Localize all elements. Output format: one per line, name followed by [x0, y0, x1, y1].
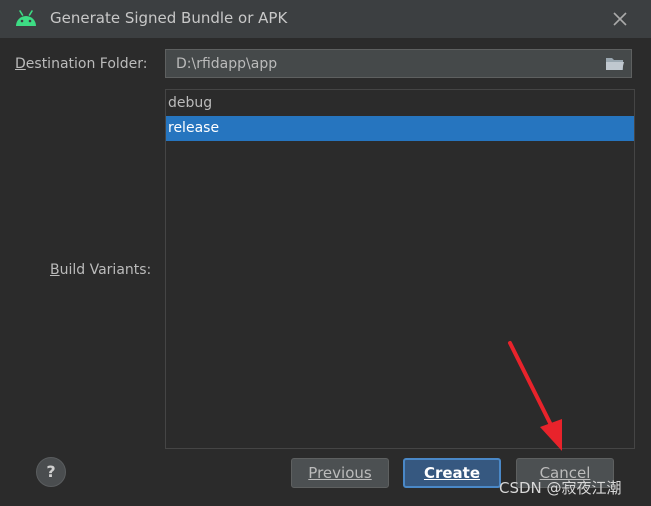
- build-variants-list[interactable]: debug release: [165, 89, 635, 449]
- android-icon: [14, 9, 38, 29]
- destination-folder-mnemonic: D: [15, 56, 26, 72]
- destination-folder-label: Destination Folder:: [15, 55, 148, 73]
- build-variants-label: Build Variants:: [50, 261, 151, 279]
- previous-button[interactable]: Previous: [291, 458, 389, 488]
- destination-folder-value[interactable]: D:\rfidapp\app: [176, 55, 277, 73]
- help-button[interactable]: ?: [36, 457, 66, 487]
- folder-icon: [606, 58, 624, 70]
- destination-folder-label-text: estination Folder:: [25, 56, 148, 72]
- close-button[interactable]: [609, 8, 631, 30]
- browse-folder-button[interactable]: [605, 55, 625, 72]
- title-bar: Generate Signed Bundle or APK: [0, 0, 651, 38]
- destination-folder-field[interactable]: D:\rfidapp\app: [165, 49, 632, 78]
- close-icon: [613, 12, 627, 26]
- build-variants-mnemonic: B: [50, 262, 60, 278]
- list-item-debug[interactable]: debug: [166, 91, 634, 116]
- build-variants-label-text: uild Variants:: [59, 262, 152, 278]
- create-button[interactable]: Create: [403, 458, 501, 488]
- list-item-release[interactable]: release: [166, 116, 634, 141]
- generate-signed-bundle-dialog: Generate Signed Bundle or APK Destinatio…: [0, 0, 651, 506]
- dialog-title: Generate Signed Bundle or APK: [50, 9, 288, 27]
- csdn-watermark: CSDN @寂夜江潮: [499, 479, 622, 497]
